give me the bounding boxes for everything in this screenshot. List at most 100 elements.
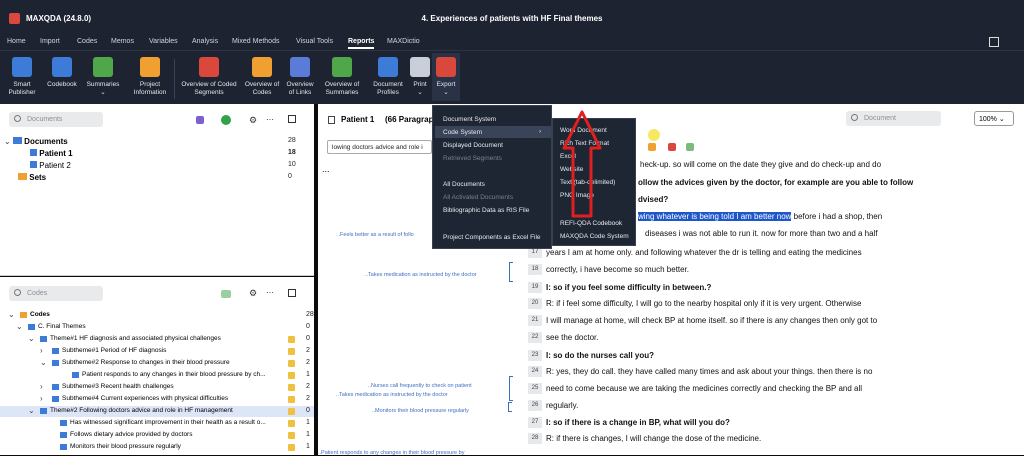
export-displayed-document[interactable]: Displayed Document <box>443 142 503 149</box>
export-refi-qda-codebook[interactable]: REFI-QDA Codebook <box>560 220 622 227</box>
coding-stripe-label[interactable]: ..Takes medication as instructed by the … <box>336 392 448 398</box>
menu-mixed-methods[interactable]: Mixed Methods <box>232 38 279 45</box>
add-icon[interactable] <box>221 115 231 125</box>
expand-arrow-icon[interactable]: › <box>40 382 43 391</box>
memo-badge-icon[interactable] <box>288 408 295 415</box>
coding-stripe-label[interactable]: ..Takes medication as instructed by the … <box>365 272 477 278</box>
grid-icon[interactable] <box>989 37 999 47</box>
menu-import[interactable]: Import <box>40 38 60 45</box>
memo-icon[interactable] <box>668 143 676 151</box>
coding-stripe-bracket[interactable] <box>508 402 512 412</box>
export-button[interactable]: Export ⌄ <box>432 53 460 101</box>
print-button[interactable]: Print ⌄ <box>409 57 431 97</box>
export-maxqda-code-system[interactable]: MAXQDA Code System <box>560 233 629 240</box>
code-tree-item[interactable]: ⌄ C. Final Themes 0 <box>0 322 314 333</box>
overview-links-button[interactable]: Overview of Links <box>283 57 317 97</box>
edit-icon[interactable] <box>328 116 335 124</box>
gear-icon[interactable]: ⚙ <box>249 289 257 298</box>
overview-summaries-button[interactable]: Overview of Summaries <box>320 57 364 97</box>
memo-badge-icon[interactable] <box>288 432 295 439</box>
export-bibliographic-ris[interactable]: Bibliographic Data as RIS File <box>443 207 529 214</box>
export-all-documents[interactable]: All Documents <box>443 181 485 188</box>
menu-visual-tools[interactable]: Visual Tools <box>296 38 333 45</box>
overview-coded-segments-button[interactable]: Overview of Coded Segments <box>176 57 242 97</box>
codes-search-input[interactable]: Codes <box>9 286 103 301</box>
export-document-system[interactable]: Document System <box>443 116 496 123</box>
tree-item-documents[interactable]: ⌄ Documents 28 <box>4 137 310 148</box>
code-label: Has witnessed significant improvement in… <box>70 419 266 426</box>
memo-badge-icon[interactable] <box>288 444 295 451</box>
memo-badge-icon[interactable] <box>288 420 295 427</box>
code-tree-item[interactable]: Has witnessed significant improvement in… <box>0 418 314 429</box>
tree-item-patient-2[interactable]: Patient 2 10 <box>30 161 310 172</box>
new-document-icon[interactable] <box>196 116 204 124</box>
code-tree-item[interactable]: › Subtheme#3 Recent health challenges 2 <box>0 382 314 393</box>
documents-search-input[interactable]: Documents <box>9 112 103 127</box>
coding-stripe-label[interactable]: ..Patient responds to any changes in the… <box>318 450 464 456</box>
coding-stripe-label[interactable]: ..Nurses call frequently to check on pat… <box>368 383 472 389</box>
code-tree-item[interactable]: Patient responds to any changes in their… <box>0 370 314 381</box>
coding-stripe-label[interactable]: ..Monitors their blood pressure regularl… <box>372 408 469 414</box>
code-tree-item[interactable]: ⌄ Subtheme#2 Response to changes in their… <box>0 358 314 369</box>
menu-analysis[interactable]: Analysis <box>192 38 218 45</box>
menu-memos[interactable]: Memos <box>111 38 134 45</box>
menu-reports[interactable]: Reports <box>348 38 375 49</box>
smart-publisher-button[interactable]: Smart Publisher <box>6 57 38 97</box>
coding-stripe-bracket[interactable] <box>509 376 513 401</box>
code-filter-input[interactable]: lowing doctors advice and role i <box>327 140 432 154</box>
memo-badge-icon[interactable] <box>288 336 295 343</box>
collapse-panel-icon[interactable] <box>288 289 296 297</box>
link-icon[interactable] <box>686 143 694 151</box>
overview-codes-button[interactable]: Overview of Codes <box>242 57 282 97</box>
code-tree-item[interactable]: ⌄ Theme#1 HF diagnosis and associated phy… <box>0 334 314 345</box>
more-icon[interactable]: ⋯ <box>266 116 274 124</box>
code-tree-item[interactable]: Follows dietary advice provided by docto… <box>0 430 314 441</box>
memo-badge-icon[interactable] <box>288 372 295 379</box>
line-number: 23 <box>528 350 542 361</box>
more-options-icon[interactable]: ... <box>322 164 330 174</box>
line-number: 25 <box>528 383 542 394</box>
menu-codes[interactable]: Codes <box>77 38 97 45</box>
code-tree-item[interactable]: › Subtheme#1 Period of HF diagnosis 2 <box>0 346 314 357</box>
expand-arrow-icon[interactable]: ⌄ <box>40 358 47 367</box>
highlighted-text[interactable]: wing whatever is being told I am better … <box>638 212 792 221</box>
code-tree-item[interactable]: Monitors their blood pressure regularly 1 <box>0 442 314 453</box>
codebook-button[interactable]: Codebook <box>43 57 81 89</box>
memo-badge-icon[interactable] <box>288 396 295 403</box>
expand-arrow-icon[interactable]: ⌄ <box>16 322 23 331</box>
expand-arrow-icon[interactable]: ⌄ <box>28 334 35 343</box>
more-icon[interactable]: ⋯ <box>266 289 274 297</box>
tree-item-sets[interactable]: Sets 0 <box>18 173 310 184</box>
code-tree-item[interactable]: › Subtheme#4 Current experiences with phy… <box>0 394 314 405</box>
memo-badge-icon[interactable] <box>288 384 295 391</box>
export-code-system[interactable]: Code System <box>443 129 482 136</box>
menu-maxdictio[interactable]: MAXDictio <box>387 38 420 45</box>
code-color-icon[interactable] <box>648 143 656 151</box>
code-tree-item[interactable]: ⌄ Codes 28 <box>0 310 314 321</box>
expand-arrow-icon[interactable]: › <box>40 394 43 403</box>
document-search-input[interactable]: Document <box>846 111 941 126</box>
summaries-button[interactable]: Summaries ⌄ <box>85 57 121 97</box>
coding-stripe-bracket[interactable] <box>509 262 513 282</box>
expand-arrow-icon[interactable]: › <box>40 346 43 355</box>
menu-home[interactable]: Home <box>7 38 26 45</box>
code-tree-item[interactable]: ⌄ Theme#2 Following doctors advice and ro… <box>0 406 314 417</box>
code-icon <box>40 336 47 342</box>
document-paragraph: see the doctor. <box>546 333 599 342</box>
expand-arrow-icon[interactable]: ⌄ <box>28 406 35 415</box>
document-profiles-button[interactable]: Document Profiles <box>369 57 407 97</box>
collapse-panel-icon[interactable] <box>288 115 296 123</box>
codebook-icon <box>52 57 72 77</box>
gear-icon[interactable]: ⚙ <box>249 116 257 125</box>
coding-stripe-label[interactable]: ..Feels better as a result of follo <box>337 232 414 238</box>
tree-item-patient-1[interactable]: Patient 1 18 <box>30 149 310 160</box>
menu-variables[interactable]: Variables <box>149 38 178 45</box>
expand-arrow-icon[interactable]: ⌄ <box>8 310 15 319</box>
memo-badge-icon[interactable] <box>288 360 295 367</box>
memo-badge-icon[interactable] <box>288 348 295 355</box>
export-project-components-excel[interactable]: Project Components as Excel File <box>443 234 541 241</box>
new-code-icon[interactable] <box>221 290 231 298</box>
zoom-select[interactable]: 100% ⌄ <box>974 111 1014 126</box>
line-number: 27 <box>528 417 542 428</box>
project-information-button[interactable]: Project Information <box>128 57 172 97</box>
